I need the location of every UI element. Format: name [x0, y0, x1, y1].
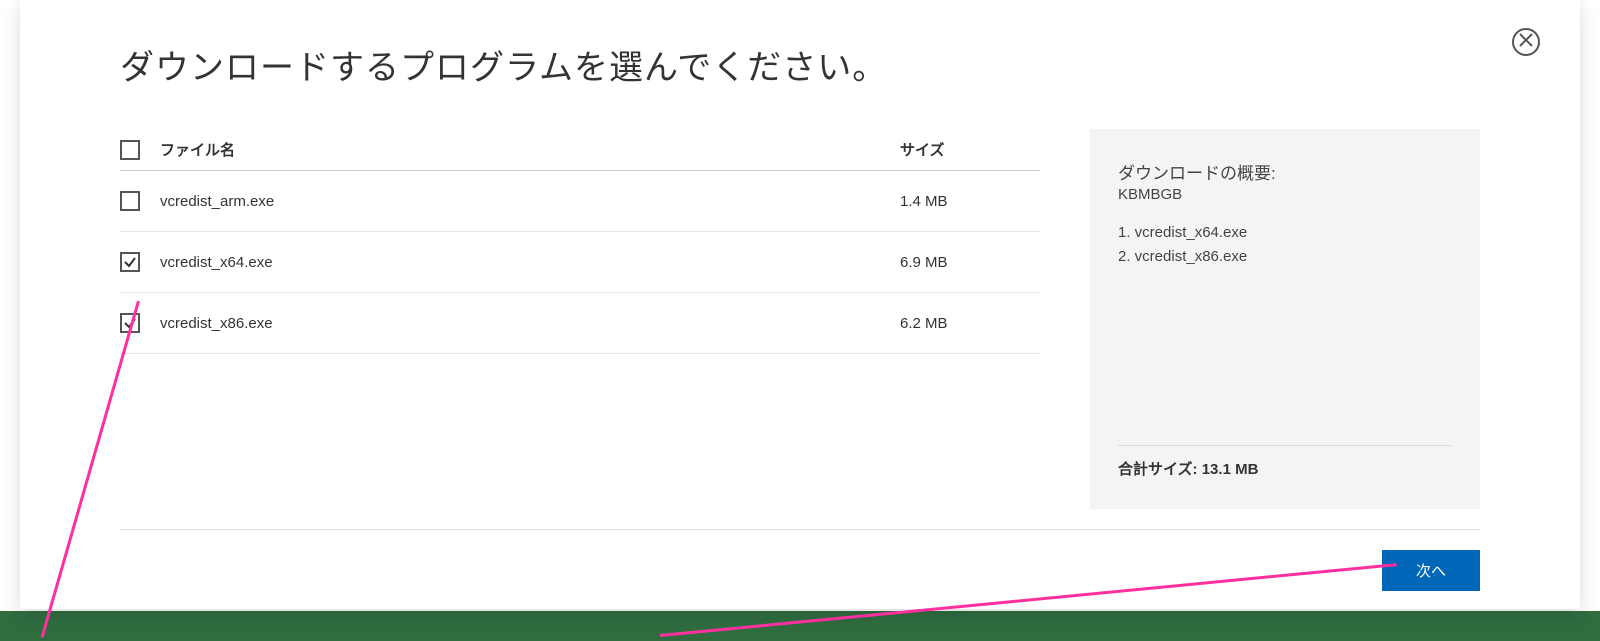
- page-background-strip: [0, 611, 1600, 641]
- next-button[interactable]: 次へ: [1382, 550, 1480, 591]
- summary-item: 1. vcredist_x64.exe: [1118, 221, 1452, 245]
- summary-item: 2. vcredist_x86.exe: [1118, 245, 1452, 269]
- file-checkbox[interactable]: [120, 191, 140, 211]
- column-header-size: サイズ: [900, 139, 1040, 160]
- summary-title: ダウンロードの概要:: [1118, 159, 1452, 184]
- column-header-filename: ファイル名: [160, 139, 900, 160]
- file-size: 6.2 MB: [900, 315, 1040, 332]
- file-size: 1.4 MB: [900, 193, 1040, 210]
- file-name: vcredist_x86.exe: [160, 315, 900, 332]
- select-all-checkbox[interactable]: [120, 140, 140, 160]
- file-row: vcredist_x64.exe 6.9 MB: [120, 232, 1040, 293]
- summary-units: KBMBGB: [1118, 186, 1452, 203]
- summary-total-label: 合計サイズ:: [1118, 461, 1198, 478]
- dialog-actions: 次へ: [120, 550, 1480, 591]
- file-size: 6.9 MB: [900, 254, 1040, 271]
- file-list: ファイル名 サイズ vcredist_arm.exe 1.4 MB: [120, 129, 1040, 509]
- file-list-header: ファイル名 サイズ: [120, 129, 1040, 171]
- file-checkbox[interactable]: [120, 252, 140, 272]
- close-icon: [1519, 33, 1533, 52]
- file-name: vcredist_x64.exe: [160, 254, 900, 271]
- download-summary-panel: ダウンロードの概要: KBMBGB 1. vcredist_x64.exe 2.…: [1090, 129, 1480, 509]
- summary-total: 合計サイズ: 13.1 MB: [1118, 458, 1452, 479]
- summary-total-value: 13.1 MB: [1202, 461, 1259, 478]
- dialog-content: ファイル名 サイズ vcredist_arm.exe 1.4 MB: [120, 129, 1480, 530]
- file-row: vcredist_arm.exe 1.4 MB: [120, 171, 1040, 232]
- file-row: vcredist_x86.exe 6.2 MB: [120, 293, 1040, 354]
- summary-divider: [1118, 445, 1452, 446]
- close-button[interactable]: [1512, 28, 1540, 56]
- file-checkbox[interactable]: [120, 313, 140, 333]
- download-chooser-dialog: ダウンロードするプログラムを選んでください。 ファイル名 サイズ vcre: [20, 0, 1580, 609]
- file-name: vcredist_arm.exe: [160, 193, 900, 210]
- dialog-title: ダウンロードするプログラムを選んでください。: [120, 40, 1480, 89]
- summary-list: 1. vcredist_x64.exe 2. vcredist_x86.exe: [1118, 221, 1452, 433]
